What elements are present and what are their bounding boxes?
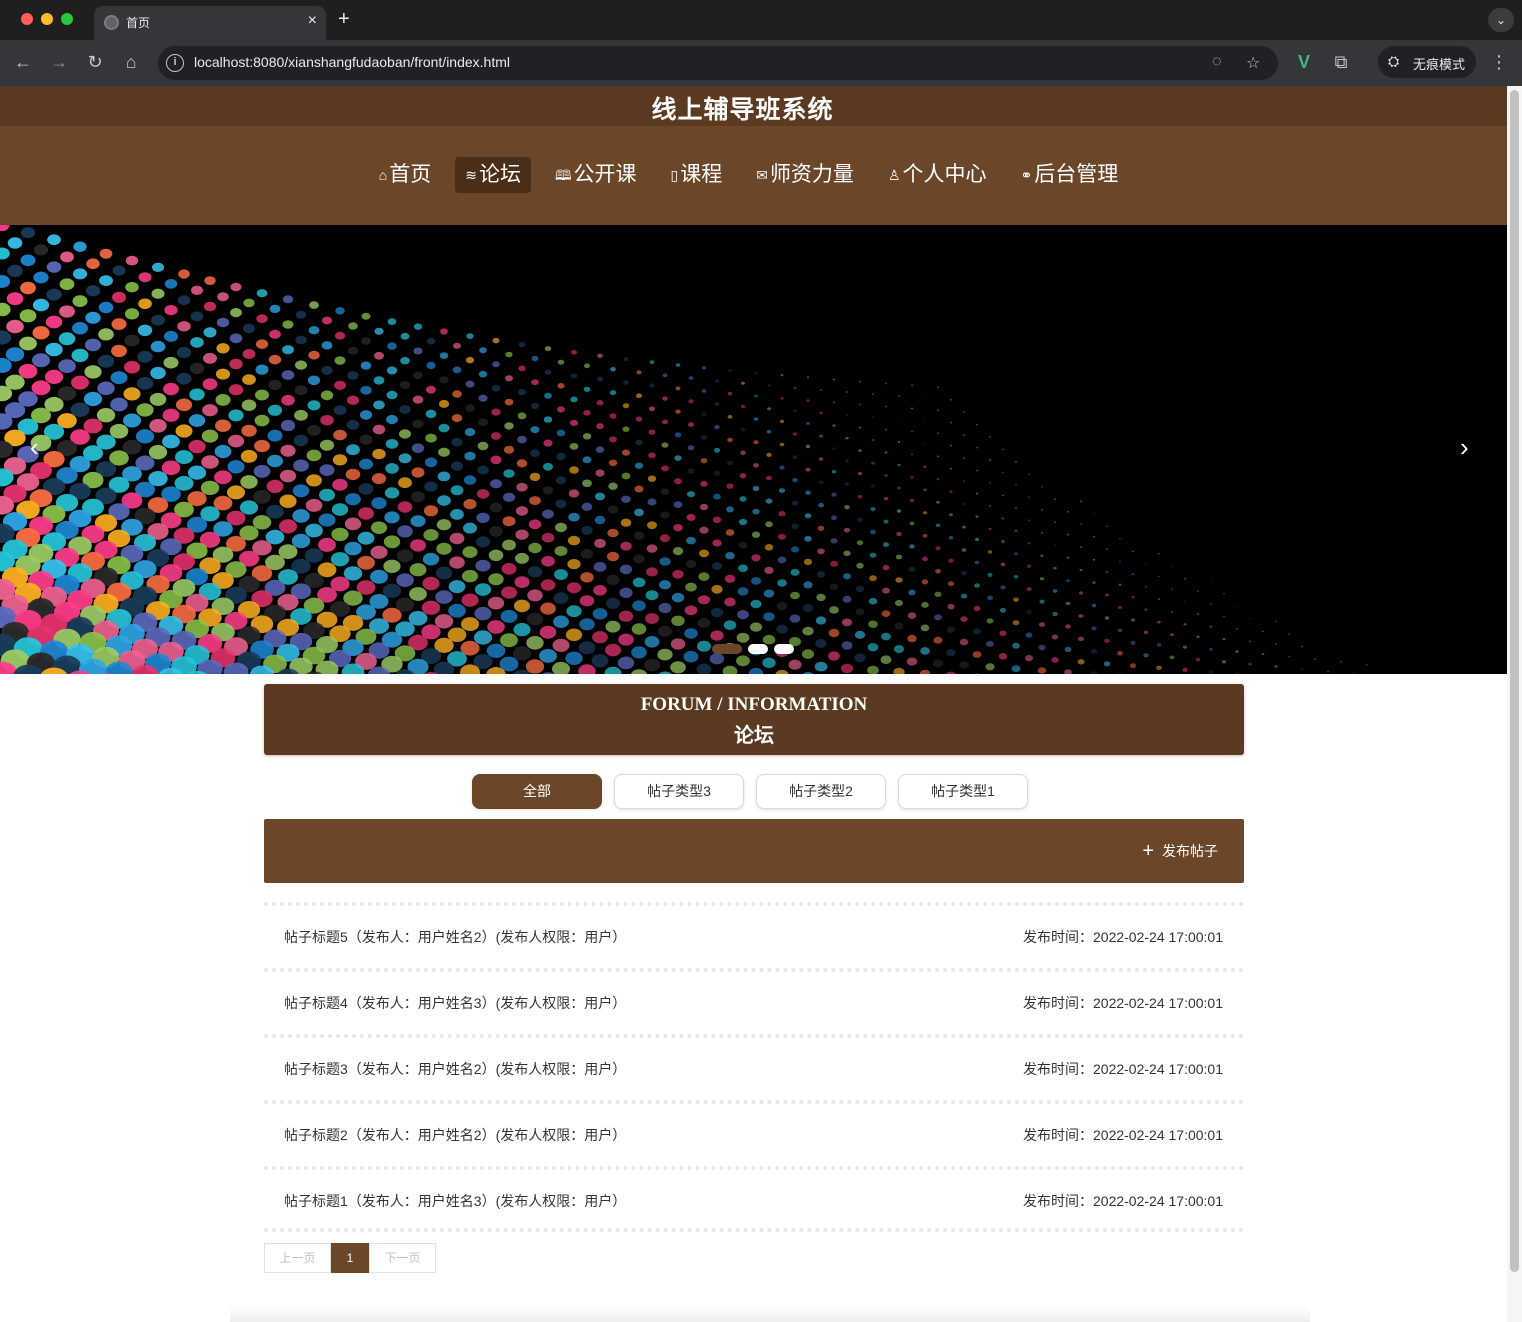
globe-icon	[104, 15, 119, 30]
category-tab-2[interactable]: 帖子类型2	[756, 774, 886, 809]
back-icon[interactable]: ←	[12, 52, 34, 72]
post-title[interactable]: 帖子标题4（发布人：用户姓名3）(发布人权限：用户）	[284, 993, 626, 1013]
pagination: 上一页 1 下一页	[264, 1243, 436, 1273]
carousel-next-icon[interactable]: ›	[1460, 432, 1469, 462]
banner-carousel[interactable]: ‹ ›	[0, 225, 1507, 674]
page-scrollbar[interactable]	[1507, 86, 1522, 1322]
nav-item-label: 后台管理	[1034, 163, 1119, 186]
post-toolbar: + 发布帖子	[264, 819, 1244, 883]
browser-chrome: 首页 × + ⌄ ← → ↻ ⌂ i localhost:8080/xiansh…	[0, 0, 1522, 86]
post-time: 发布时间：2022-02-24 17:00:01	[1023, 1127, 1223, 1143]
home-icon[interactable]: ⌂	[120, 52, 142, 72]
post-time: 发布时间：2022-02-24 17:00:01	[1023, 1061, 1223, 1077]
browser-toolbar: ← → ↻ ⌂ i localhost:8080/xianshangfudaob…	[0, 40, 1522, 86]
category-tab-0[interactable]: 全部	[472, 774, 602, 809]
post-title[interactable]: 帖子标题1（发布人：用户姓名3）(发布人权限：用户）	[284, 1191, 626, 1211]
reload-icon[interactable]: ↻	[84, 52, 106, 72]
category-tabs: 全部 帖子类型3 帖子类型2 帖子类型1	[472, 774, 1028, 809]
forum-heading-cn: 论坛	[734, 725, 774, 747]
nav-icon: ▯	[670, 167, 679, 183]
carousel-dot[interactable]	[774, 644, 794, 654]
carousel-dot[interactable]	[712, 644, 742, 654]
maximize-window-button[interactable]	[61, 13, 73, 25]
site-header: 线上辅导班系统	[0, 86, 1507, 126]
nav-item-2[interactable]: 🕮 公开课	[545, 157, 647, 193]
category-tab-3[interactable]: 帖子类型1	[898, 774, 1028, 809]
nav-item-4[interactable]: ✉ 师资力量	[746, 157, 864, 193]
post-list: 帖子标题5（发布人：用户姓名2）(发布人权限：用户） 发布时间：2022-02-2…	[264, 902, 1244, 1232]
nav-icon: ✉	[756, 167, 768, 183]
nav-item-5[interactable]: ♙ 个人中心	[878, 157, 997, 193]
nav-item-label: 个人中心	[902, 163, 987, 186]
post-row[interactable]: 帖子标题3（发布人：用户姓名2）(发布人权限：用户） 发布时间：2022-02-2…	[264, 1034, 1244, 1100]
nav-item-label: 论坛	[478, 163, 521, 186]
post-title[interactable]: 帖子标题2（发布人：用户姓名2）(发布人权限：用户）	[284, 1125, 626, 1145]
forward-icon[interactable]: →	[48, 52, 70, 72]
new-tab-button[interactable]: +	[338, 8, 350, 30]
nav-item-0[interactable]: ⌂ 首页	[369, 157, 441, 193]
carousel-dot[interactable]	[748, 644, 768, 654]
nav-icon: ⚭	[1020, 167, 1033, 183]
banner-image	[0, 225, 1369, 674]
extensions-icon[interactable]: ⧉	[1330, 52, 1352, 72]
menu-icon[interactable]: ⋮	[1488, 52, 1510, 72]
incognito-label: 无痕模式	[1413, 57, 1466, 72]
eye-off-icon[interactable]: ◌	[1212, 53, 1222, 71]
plus-icon: +	[1142, 840, 1154, 862]
footer-shadow	[230, 1306, 1310, 1322]
nav-item-label: 师资力量	[769, 163, 854, 186]
main-nav: ⌂ 首页 ≋ 论坛 🕮 公开课 ▯ 课程 ✉ 师资力量 ♙ 个人中心 ⚭ 后台管理	[0, 126, 1507, 225]
nav-icon: ♙	[887, 167, 901, 183]
post-row[interactable]: 帖子标题1（发布人：用户姓名3）(发布人权限：用户） 发布时间：2022-02-2…	[264, 1166, 1244, 1232]
nav-item-label: 首页	[389, 163, 432, 186]
page-viewport: 线上辅导班系统 ⌂ 首页 ≋ 论坛 🕮 公开课 ▯ 课程 ✉ 师资力量 ♙ 个人中心 ⚭ 后台管理 ‹ ›…	[0, 86, 1507, 1322]
nav-icon: 🕮	[554, 167, 572, 183]
prev-page-button[interactable]: 上一页	[264, 1243, 331, 1273]
vue-devtools-icon[interactable]: V	[1293, 52, 1315, 72]
post-title[interactable]: 帖子标题3（发布人：用户姓名2）(发布人权限：用户）	[284, 1059, 626, 1079]
nav-item-label: 公开课	[573, 163, 637, 186]
tab-strip: 首页 × + ⌄	[0, 0, 1522, 40]
new-post-label: 发布帖子	[1162, 843, 1218, 859]
post-row[interactable]: 帖子标题4（发布人：用户姓名3）(发布人权限：用户） 发布时间：2022-02-2…	[264, 968, 1244, 1034]
post-time: 发布时间：2022-02-24 17:00:01	[1023, 995, 1223, 1011]
site-title: 线上辅导班系统	[651, 96, 834, 124]
post-title[interactable]: 帖子标题5（发布人：用户姓名2）(发布人权限：用户）	[284, 927, 626, 947]
url-text[interactable]: localhost:8080/xianshangfudaoban/front/i…	[194, 54, 510, 70]
site-info-icon[interactable]: i	[166, 54, 184, 72]
address-bar[interactable]: i localhost:8080/xianshangfudaoban/front…	[158, 46, 1278, 80]
nav-icon: ≋	[465, 167, 477, 183]
post-row[interactable]: 帖子标题2（发布人：用户姓名2）(发布人权限：用户） 发布时间：2022-02-2…	[264, 1100, 1244, 1166]
nav-item-6[interactable]: ⚭ 后台管理	[1011, 157, 1129, 193]
nav-icon: ⌂	[378, 167, 388, 183]
carousel-indicators	[712, 644, 794, 654]
post-time: 发布时间：2022-02-24 17:00:01	[1023, 929, 1223, 945]
post-time: 发布时间：2022-02-24 17:00:01	[1023, 1193, 1223, 1209]
nav-item-3[interactable]: ▯ 课程	[660, 157, 732, 193]
nav-item-label: 课程	[680, 163, 723, 186]
carousel-prev-icon[interactable]: ‹	[30, 432, 39, 462]
incognito-icon: ⛭	[1388, 53, 1400, 69]
category-tab-1[interactable]: 帖子类型3	[614, 774, 744, 809]
post-row[interactable]: 帖子标题5（发布人：用户姓名2）(发布人权限：用户） 发布时间：2022-02-2…	[264, 902, 1244, 968]
nav-list: ⌂ 首页 ≋ 论坛 🕮 公开课 ▯ 课程 ✉ 师资力量 ♙ 个人中心 ⚭ 后台管理	[0, 157, 1507, 193]
star-icon[interactable]: ☆	[1246, 53, 1260, 73]
incognito-indicator[interactable]: ⛭ 无痕模式	[1378, 46, 1476, 78]
nav-item-1[interactable]: ≋ 论坛	[455, 157, 531, 193]
tab-search-button[interactable]: ⌄	[1488, 8, 1514, 32]
tab-title: 首页	[126, 16, 151, 30]
page-number-button[interactable]: 1	[331, 1243, 369, 1273]
next-page-button[interactable]: 下一页	[369, 1243, 436, 1273]
minimize-window-button[interactable]	[41, 13, 53, 25]
browser-tab[interactable]: 首页 ×	[94, 6, 326, 40]
close-window-button[interactable]	[21, 13, 33, 25]
forum-heading-en: FORUM / INFORMATION	[640, 694, 868, 715]
forum-heading: FORUM / INFORMATION 论坛	[264, 684, 1244, 755]
scrollbar-thumb[interactable]	[1510, 90, 1519, 1272]
tab-close-icon[interactable]: ×	[308, 12, 317, 30]
new-post-button[interactable]: + 发布帖子	[1142, 841, 1218, 861]
